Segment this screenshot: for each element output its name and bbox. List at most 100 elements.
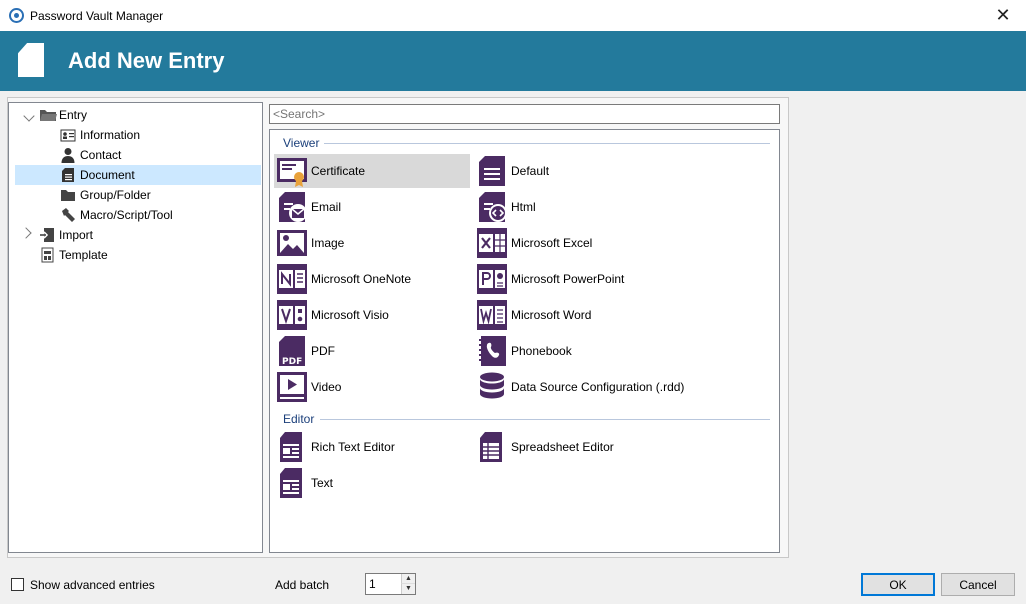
entry-image[interactable]: Image	[274, 226, 470, 260]
import-icon	[39, 227, 55, 243]
entry-video[interactable]: Video	[274, 370, 470, 404]
html-doc-icon	[476, 191, 508, 223]
show-advanced-checkbox[interactable]	[11, 578, 24, 591]
template-icon	[39, 247, 55, 263]
app-logo-icon	[9, 8, 24, 23]
close-icon[interactable]: ✕	[980, 0, 1026, 31]
entry-label: PDF	[311, 344, 335, 358]
entry-label: Microsoft Visio	[311, 308, 389, 322]
tree-item-label: Group/Folder	[80, 188, 151, 202]
entry-microsoft-onenote[interactable]: Microsoft OneNote	[274, 262, 470, 296]
excel-icon	[476, 227, 508, 259]
entry-data-source-configuration[interactable]: Data Source Configuration (.rdd)	[474, 370, 734, 404]
entry-microsoft-word[interactable]: Microsoft Word	[474, 298, 670, 332]
tree-item-label: Contact	[80, 148, 122, 162]
svg-text:PDF: PDF	[282, 357, 302, 367]
collapse-chevron-icon[interactable]	[23, 110, 35, 122]
entry-label: Spreadsheet Editor	[511, 440, 614, 454]
entry-certificate[interactable]: Certificate	[274, 154, 470, 188]
entry-text[interactable]: Text	[274, 466, 470, 500]
footer-bar: Show advanced entries Add batch 1 ▲ ▼ OK…	[0, 564, 1026, 604]
entry-label: Image	[311, 236, 345, 250]
entry-label: Phonebook	[511, 344, 572, 358]
tree-item-label: Document	[80, 168, 135, 182]
entry-label: Text	[311, 476, 334, 490]
entry-type-list: Viewer Certificate Default Email Html Im…	[269, 129, 780, 553]
tree-item-document[interactable]: Document	[15, 165, 261, 185]
onenote-icon	[276, 263, 308, 295]
document-icon	[60, 167, 76, 183]
ok-button[interactable]: OK	[861, 573, 935, 596]
entry-microsoft-excel[interactable]: Microsoft Excel	[474, 226, 670, 260]
folder-open-icon	[39, 107, 57, 123]
entry-microsoft-powerpoint[interactable]: Microsoft PowerPoint	[474, 262, 670, 296]
tree-item-contact[interactable]: Contact	[60, 145, 121, 165]
entry-label: Microsoft Word	[511, 308, 592, 322]
stepper-down-icon[interactable]: ▼	[401, 584, 415, 594]
id-card-icon	[60, 127, 76, 143]
tree-item-import[interactable]: Import	[39, 225, 93, 245]
entry-label: Default	[511, 164, 550, 178]
pdf-icon: PDF	[276, 335, 308, 367]
folder-icon	[60, 187, 76, 203]
group-divider	[324, 143, 770, 144]
tree-item-macro-script-tool[interactable]: Macro/Script/Tool	[60, 205, 173, 225]
entry-label: Data Source Configuration (.rdd)	[511, 380, 685, 394]
entry-label: Html	[511, 200, 536, 214]
title-bar: Password Vault Manager ✕	[0, 0, 1026, 31]
cancel-button[interactable]: Cancel	[941, 573, 1015, 596]
window-title: Password Vault Manager	[30, 9, 164, 23]
phonebook-icon	[476, 335, 508, 367]
email-doc-icon	[276, 191, 308, 223]
video-icon	[276, 371, 308, 403]
person-icon	[60, 147, 76, 163]
image-icon	[276, 227, 308, 259]
tree-item-entry[interactable]: Entry	[39, 105, 87, 125]
tree-item-label: Macro/Script/Tool	[80, 208, 173, 222]
entry-phonebook[interactable]: Phonebook	[474, 334, 670, 368]
powerpoint-icon	[476, 263, 508, 295]
text-doc-icon	[276, 467, 308, 499]
add-batch-stepper[interactable]: 1 ▲ ▼	[365, 573, 416, 595]
entry-label: Rich Text Editor	[311, 440, 395, 454]
new-document-icon	[18, 43, 44, 77]
word-icon	[476, 299, 508, 331]
group-divider	[320, 419, 770, 420]
entry-email[interactable]: Email	[274, 190, 470, 224]
entry-spreadsheet-editor[interactable]: Spreadsheet Editor	[474, 430, 670, 464]
default-doc-icon	[476, 155, 508, 187]
add-batch-label: Add batch	[275, 578, 330, 592]
certificate-icon	[276, 155, 308, 187]
group-header-editor: Editor	[283, 412, 315, 426]
page-title: Add New Entry	[68, 48, 225, 73]
entry-html[interactable]: Html	[474, 190, 670, 224]
add-batch-value[interactable]: 1	[369, 577, 376, 591]
group-header-viewer: Viewer	[283, 136, 320, 150]
rich-text-icon	[276, 431, 308, 463]
tree-item-template[interactable]: Template	[39, 245, 108, 265]
database-icon	[476, 371, 508, 403]
entry-default[interactable]: Default	[474, 154, 670, 188]
entry-rich-text-editor[interactable]: Rich Text Editor	[274, 430, 470, 464]
entry-pdf[interactable]: PDF PDF	[274, 334, 470, 368]
tree-item-information[interactable]: Information	[60, 125, 140, 145]
expand-chevron-icon[interactable]	[20, 227, 32, 239]
entry-label: Certificate	[311, 164, 366, 178]
header-banner: Add New Entry	[0, 31, 1026, 91]
search-input[interactable]	[269, 104, 780, 124]
entry-label: Microsoft Excel	[511, 236, 593, 250]
entry-microsoft-visio[interactable]: Microsoft Visio	[274, 298, 470, 332]
show-advanced-label[interactable]: Show advanced entries	[30, 578, 155, 592]
tree-item-label: Information	[80, 128, 141, 142]
stepper-up-icon[interactable]: ▲	[401, 574, 415, 584]
tree-item-label: Import	[59, 228, 94, 242]
entry-type-pane: Viewer Certificate Default Email	[269, 102, 782, 553]
tree-item-label: Template	[59, 248, 108, 262]
entry-type-tree[interactable]: Entry Information Contact Document Group…	[8, 102, 263, 553]
spreadsheet-icon	[476, 431, 508, 463]
entry-label: Microsoft OneNote	[311, 272, 412, 286]
tree-item-group-folder[interactable]: Group/Folder	[60, 185, 151, 205]
entry-label: Video	[311, 380, 342, 394]
entry-label: Email	[311, 200, 342, 214]
tree-item-label: Entry	[59, 108, 88, 122]
